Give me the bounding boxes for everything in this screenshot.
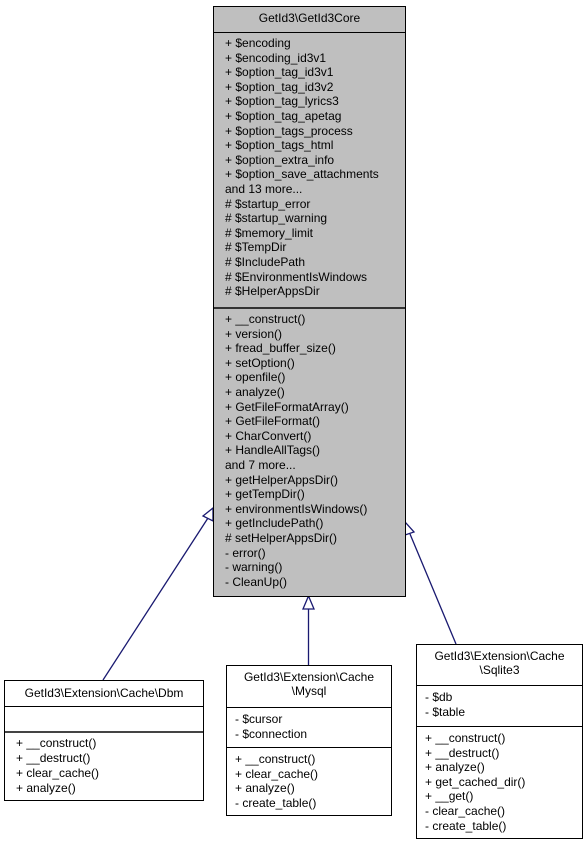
attribute-item[interactable]: + $option_tag_apetag xyxy=(225,109,405,124)
attribute-item[interactable]: # $startup_warning xyxy=(225,211,405,226)
attribute-item[interactable]: and 13 more... xyxy=(225,182,405,197)
methods-section: + __construct() + __destruct() + analyze()… xyxy=(417,727,582,833)
attribute-item[interactable]: + $encoding xyxy=(225,36,405,51)
class-box-cache-sqlite3[interactable]: GetId3\Extension\Cache \Sqlite3 - $db - $… xyxy=(416,644,583,839)
method-item[interactable]: + __destruct() xyxy=(16,751,203,766)
method-item[interactable]: + __destruct() xyxy=(425,746,582,761)
method-item[interactable]: - error() xyxy=(225,546,405,561)
method-item[interactable]: + version() xyxy=(225,327,405,342)
class-box-cache-dbm[interactable]: GetId3\Extension\Cache\Dbm + __construct… xyxy=(4,680,204,801)
attribute-item[interactable]: # $startup_error xyxy=(225,197,405,212)
edge-sqlite3-to-core xyxy=(404,520,457,645)
method-item[interactable]: + CharConvert() xyxy=(225,429,405,444)
method-item[interactable]: + GetFileFormat() xyxy=(225,414,405,429)
methods-section: + __construct() + __destruct() + clear_cac… xyxy=(5,733,203,796)
method-item[interactable]: + GetFileFormatArray() xyxy=(225,400,405,415)
method-item[interactable]: - clear_cache() xyxy=(425,804,582,819)
attributes-section: - $cursor - $connection xyxy=(227,708,391,748)
method-item[interactable]: - create_table() xyxy=(425,819,582,834)
attribute-item[interactable]: # $IncludePath xyxy=(225,255,405,270)
method-item[interactable]: # setHelperAppsDir() xyxy=(225,531,405,546)
attribute-item[interactable]: - $table xyxy=(425,705,582,720)
attribute-item[interactable]: + $option_tags_html xyxy=(225,138,405,153)
method-item[interactable]: - CleanUp() xyxy=(225,575,405,590)
method-item[interactable]: + getTempDir() xyxy=(225,487,405,502)
edge-dbm-to-core xyxy=(102,506,214,681)
method-item[interactable]: + clear_cache() xyxy=(235,767,391,782)
method-item[interactable]: + environmentIsWindows() xyxy=(225,502,405,517)
attribute-item[interactable]: + $option_tag_id3v2 xyxy=(225,80,405,95)
edge-mysql-to-core xyxy=(302,594,315,665)
attribute-item[interactable]: + $option_save_attachments xyxy=(225,167,405,182)
method-item[interactable]: + analyze() xyxy=(235,781,391,796)
methods-section: + __construct() + clear_cache() + analyze(… xyxy=(227,748,391,810)
inheritance-arrowhead xyxy=(302,594,315,610)
class-name-line: \Sqlite3 xyxy=(479,663,520,677)
method-item[interactable]: + analyze() xyxy=(16,781,203,796)
attribute-item[interactable]: + $option_tag_lyrics3 xyxy=(225,94,405,109)
method-item[interactable]: + __construct() xyxy=(16,736,203,751)
method-item[interactable]: + __construct() xyxy=(225,312,405,327)
method-item[interactable]: + __construct() xyxy=(235,752,391,767)
class-name-line: GetId3\Extension\Cache xyxy=(243,670,375,684)
method-item[interactable]: - warning() xyxy=(225,560,405,575)
attribute-item[interactable]: + $encoding_id3v1 xyxy=(225,51,405,66)
class-name-line: GetId3\Extension\Cache xyxy=(434,649,565,663)
attribute-item[interactable]: - $db xyxy=(425,690,582,705)
attribute-item[interactable]: - $cursor xyxy=(235,712,391,727)
attribute-item[interactable]: # $memory_limit xyxy=(225,226,405,241)
method-item[interactable]: + fread_buffer_size() xyxy=(225,341,405,356)
method-item[interactable]: + HandleAllTags() xyxy=(225,443,405,458)
methods-section: + __construct() + version() + fread_buffer… xyxy=(214,309,405,589)
method-item[interactable]: + analyze() xyxy=(425,760,582,775)
method-item[interactable]: + clear_cache() xyxy=(16,766,203,781)
method-item[interactable]: + getIncludePath() xyxy=(225,516,405,531)
class-box-cache-mysql[interactable]: GetId3\Extension\Cache \Mysql - $cursor -… xyxy=(226,665,392,816)
class-name: GetId3\Extension\Cache \Sqlite3 xyxy=(417,645,582,686)
attribute-item[interactable]: # $HelperAppsDir xyxy=(225,284,405,299)
method-item[interactable]: + getHelperAppsDir() xyxy=(225,473,405,488)
attribute-item[interactable]: + $option_extra_info xyxy=(225,153,405,168)
inheritance-arrowhead xyxy=(404,520,416,536)
method-item[interactable]: + openfile() xyxy=(225,370,405,385)
class-name: GetId3\Extension\Cache \Mysql xyxy=(227,666,391,708)
attribute-item[interactable]: # $EnvironmentIsWindows xyxy=(225,270,405,285)
method-item[interactable]: + analyze() xyxy=(225,385,405,400)
attribute-item[interactable]: + $option_tag_id3v1 xyxy=(225,65,405,80)
attributes-section: - $db - $table xyxy=(417,686,582,727)
attributes-section: + $encoding + $encoding_id3v1 + $option_ta… xyxy=(214,33,405,309)
attribute-item[interactable]: # $TempDir xyxy=(225,240,405,255)
method-item[interactable]: - create_table() xyxy=(235,796,391,811)
attribute-item[interactable]: + $option_tags_process xyxy=(225,124,405,139)
method-item[interactable]: + setOption() xyxy=(225,356,405,371)
method-item[interactable]: + __get() xyxy=(425,789,582,804)
attributes-section xyxy=(5,707,203,733)
inheritance-arrowhead xyxy=(201,506,214,523)
class-name: GetId3\Extension\Cache\Dbm xyxy=(5,681,203,707)
class-box-getid3core[interactable]: GetId3\GetId3Core + $encoding + $encoding… xyxy=(213,6,406,597)
attribute-item[interactable]: - $connection xyxy=(235,727,391,742)
method-item[interactable]: + __construct() xyxy=(425,731,582,746)
class-name-line: \Mysql xyxy=(291,684,327,698)
method-item[interactable]: and 7 more... xyxy=(225,458,405,473)
class-name: GetId3\GetId3Core xyxy=(214,7,405,33)
method-item[interactable]: + get_cached_dir() xyxy=(425,775,582,790)
